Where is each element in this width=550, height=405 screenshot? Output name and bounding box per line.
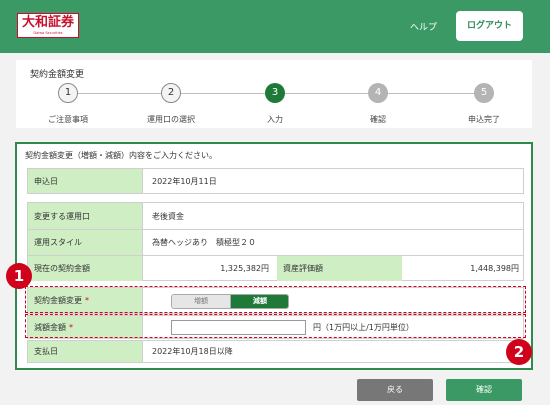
step-2-label: 運用口の選択 bbox=[147, 115, 195, 124]
step-3-circle: 3 bbox=[265, 83, 285, 103]
app-header: 大和証券 Daiwa Securities ヘルプ ログアウト bbox=[0, 0, 550, 53]
annotation-highlight-1 bbox=[25, 286, 526, 313]
step-2-circle: 2 bbox=[161, 83, 181, 103]
divider bbox=[142, 203, 143, 280]
progress-steps-panel: 契約金額変更 1 ご注意事項 2 運用口の選択 3 入力 4 確認 5 申込完了 bbox=[16, 60, 532, 128]
style-value: 為替ヘッジあり 積極型２０ bbox=[152, 238, 256, 247]
back-button[interactable]: 戻る bbox=[357, 379, 433, 401]
step-1-circle: 1 bbox=[58, 83, 78, 103]
asset-value-label: 資産評価額 bbox=[277, 256, 402, 281]
payment-date-row: 支払日 2022年10月18日以降 bbox=[27, 340, 524, 363]
step-1-label: ご注意事項 bbox=[48, 115, 88, 124]
step-5-label: 申込完了 bbox=[468, 115, 500, 124]
step-5-circle: 5 bbox=[474, 83, 494, 103]
asset-value-value: 1,448,398円 bbox=[470, 264, 519, 273]
logo-text: 大和証券 bbox=[21, 15, 74, 30]
annotation-callout-2: 2 bbox=[506, 339, 532, 365]
payment-date-value: 2022年10月18日以降 bbox=[152, 347, 233, 356]
daiwa-logo[interactable]: 大和証券 Daiwa Securities bbox=[17, 13, 79, 38]
account-info-block: 変更する運用口 老後資金 運用スタイル 為替ヘッジあり 積極型２０ 現在の契約金… bbox=[27, 202, 524, 281]
style-label: 運用スタイル bbox=[28, 230, 142, 255]
divider bbox=[142, 169, 143, 193]
account-label: 変更する運用口 bbox=[28, 203, 142, 229]
account-value: 老後資金 bbox=[152, 211, 184, 221]
form-instruction: 契約金額変更（増額・減額）内容をご入力ください。 bbox=[25, 151, 217, 160]
page-title: 契約金額変更 bbox=[30, 70, 85, 80]
apply-date-value: 2022年10月11日 bbox=[152, 176, 217, 186]
apply-date-row: 申込日 2022年10月11日 bbox=[27, 168, 524, 194]
logout-button[interactable]: ログアウト bbox=[456, 11, 523, 41]
annotation-highlight-2 bbox=[25, 314, 526, 338]
help-link[interactable]: ヘルプ bbox=[410, 20, 437, 33]
logo-subtext: Daiwa Securities bbox=[33, 31, 63, 35]
payment-date-label: 支払日 bbox=[28, 341, 142, 362]
confirm-button[interactable]: 確認 bbox=[446, 379, 522, 401]
apply-date-label: 申込日 bbox=[28, 169, 142, 193]
current-amount-value: 1,325,382円 bbox=[220, 264, 269, 273]
step-3-label: 入力 bbox=[267, 115, 283, 124]
annotation-callout-1: 1 bbox=[6, 263, 32, 289]
current-amount-label: 現在の契約金額 bbox=[28, 256, 142, 281]
step-4-circle: 4 bbox=[368, 83, 388, 103]
step-4-label: 確認 bbox=[370, 115, 386, 124]
divider bbox=[142, 341, 143, 362]
